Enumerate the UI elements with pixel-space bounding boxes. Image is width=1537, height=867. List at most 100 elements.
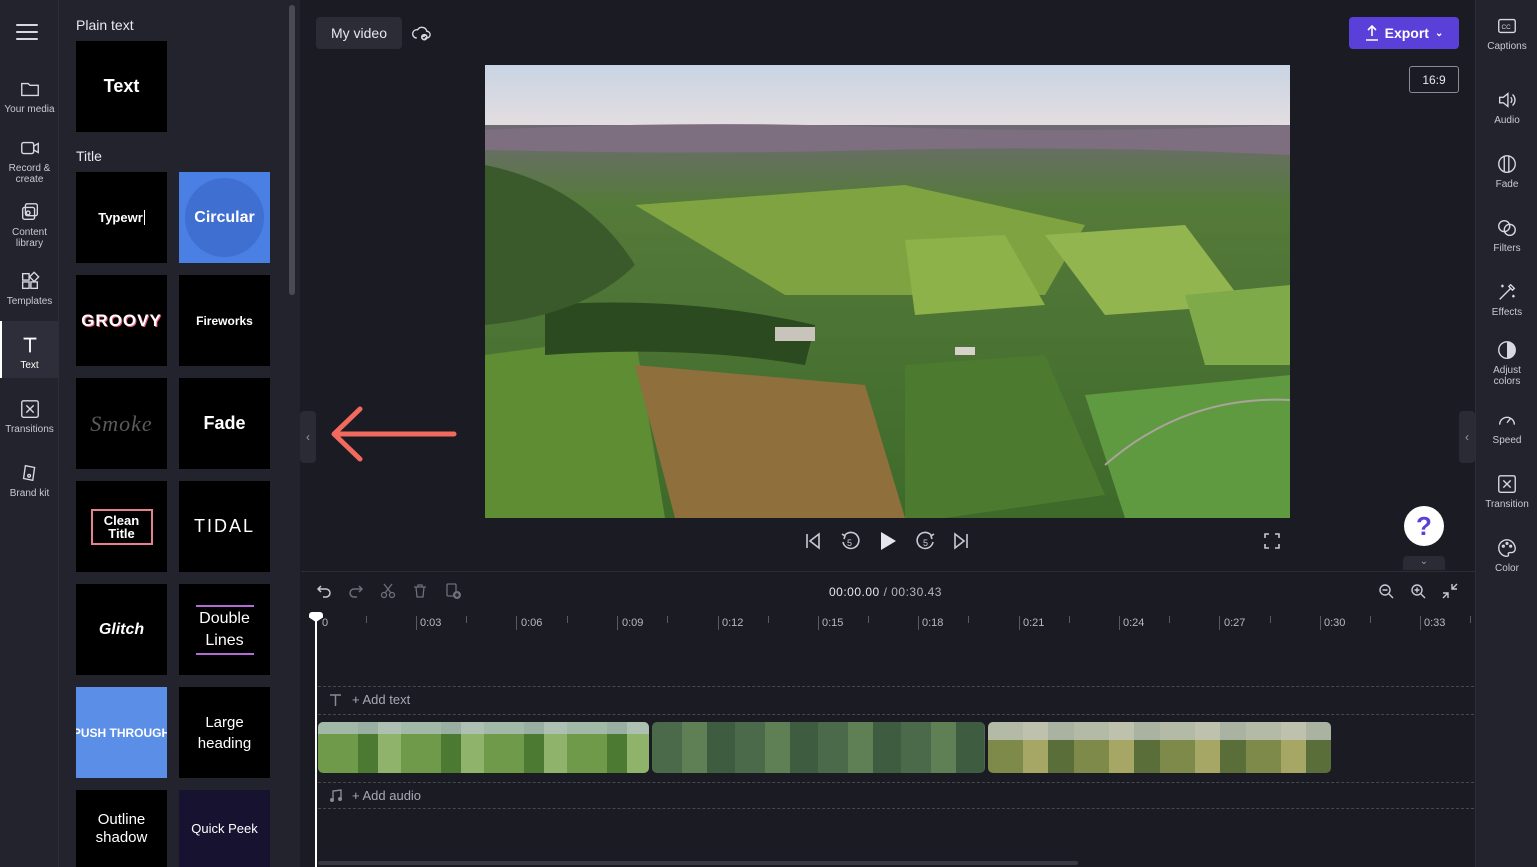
- chevron-left-icon: ‹: [306, 430, 310, 444]
- ruler-tick: [1119, 616, 1120, 630]
- collapse-timeline-button[interactable]: ⌄: [1403, 556, 1445, 570]
- svg-text:5: 5: [923, 538, 928, 548]
- fit-to-screen-icon[interactable]: [1442, 583, 1458, 599]
- help-button[interactable]: ?: [1404, 506, 1444, 546]
- text-tile-outline-shadow[interactable]: Outline shadow: [76, 790, 167, 867]
- tile-label: PUSH THROUGH: [76, 725, 167, 740]
- prop-color[interactable]: Color: [1476, 537, 1537, 574]
- skip-to-end-icon[interactable]: [953, 532, 969, 550]
- ruler-tick: [617, 616, 618, 630]
- text-tile-fireworks[interactable]: Fireworks: [179, 275, 270, 366]
- tile-label: Typewr: [98, 210, 145, 225]
- audio-track-border: [318, 782, 1474, 783]
- split-scissors-icon[interactable]: [380, 583, 396, 599]
- text-tile-groovy[interactable]: GROOVY: [76, 275, 167, 366]
- collapse-right-panel-button[interactable]: ‹: [1459, 411, 1475, 463]
- text-tile-plain[interactable]: Text: [76, 41, 167, 132]
- nav-your-media[interactable]: Your media: [0, 78, 59, 122]
- fullscreen-icon[interactable]: [1264, 533, 1280, 549]
- cloud-saved-icon: [412, 26, 431, 41]
- text-tile-fade[interactable]: Fade: [179, 378, 270, 469]
- nav-transitions[interactable]: Transitions: [0, 398, 59, 438]
- video-clip-2[interactable]: [652, 722, 985, 773]
- nav-content-library[interactable]: Content library: [0, 201, 59, 251]
- nav-label: Text: [20, 360, 39, 371]
- ruler-minor-tick: [1069, 616, 1070, 623]
- templates-icon: [21, 271, 40, 290]
- speaker-icon: [1498, 92, 1516, 108]
- video-clip-1[interactable]: [318, 722, 649, 773]
- ruler-minor-tick: [466, 616, 467, 623]
- svg-text:5: 5: [847, 538, 852, 548]
- ruler-label: 0:21: [1023, 617, 1045, 629]
- text-tile-quick-peek[interactable]: Quick Peek: [179, 790, 270, 867]
- undo-icon[interactable]: [316, 583, 332, 599]
- zoom-in-icon[interactable]: [1410, 583, 1426, 599]
- ruler-minor-tick: [1370, 616, 1371, 623]
- ruler-minor-tick: [768, 616, 769, 623]
- delete-icon[interactable]: [412, 583, 428, 599]
- ruler-label: 0:12: [722, 617, 744, 629]
- brand-kit-icon: [22, 464, 35, 482]
- transitions-icon: [20, 400, 39, 418]
- text-tile-glitch[interactable]: Glitch: [76, 584, 167, 675]
- export-button[interactable]: Export ⌄: [1349, 17, 1459, 49]
- text-tile-double-lines[interactable]: Double Lines: [179, 584, 270, 675]
- add-audio-button[interactable]: + Add audio: [352, 788, 421, 803]
- audio-track-border: [318, 808, 1474, 809]
- tile-label: TIDAL: [193, 516, 255, 536]
- tile-label: GROOVY: [81, 310, 162, 330]
- text-panel: Plain text Text Title Typewr Circular GR…: [59, 0, 300, 867]
- playhead[interactable]: [315, 612, 317, 867]
- nav-brand-kit[interactable]: Brand kit: [0, 462, 59, 502]
- video-preview[interactable]: [485, 65, 1290, 518]
- prop-label: Captions: [1487, 41, 1527, 52]
- text-tile-smoke[interactable]: Smoke: [76, 378, 167, 469]
- prop-audio[interactable]: Audio: [1476, 89, 1537, 126]
- filters-icon: [1498, 219, 1516, 237]
- redo-icon[interactable]: [348, 583, 364, 599]
- aspect-ratio-button[interactable]: 16:9: [1409, 66, 1459, 93]
- collapse-left-panel-button[interactable]: ‹: [300, 411, 316, 463]
- skip-to-start-icon[interactable]: [805, 532, 821, 550]
- prop-captions[interactable]: CC Captions: [1476, 15, 1537, 52]
- forward-5-seconds-icon[interactable]: 5: [915, 530, 937, 552]
- upload-icon: [1365, 25, 1378, 41]
- nav-templates[interactable]: Templates: [0, 270, 59, 310]
- ruler-tick: [818, 616, 819, 630]
- hamburger-menu-icon[interactable]: [16, 24, 38, 42]
- video-clip-3[interactable]: [988, 722, 1331, 773]
- add-text-button[interactable]: + Add text: [352, 692, 410, 707]
- total-time: / 00:30.43: [883, 585, 942, 599]
- ruler-tick: [416, 616, 417, 630]
- prop-adjust-colors[interactable]: Adjust colors: [1476, 339, 1537, 387]
- timeline-scrollbar[interactable]: [318, 861, 1078, 865]
- text-tile-tidal[interactable]: TIDAL: [179, 481, 270, 572]
- panel-scrollbar[interactable]: [289, 5, 295, 295]
- nav-record-create[interactable]: Record & create: [0, 137, 59, 187]
- landscape-preview-image: [485, 65, 1290, 518]
- prop-transition[interactable]: Transition: [1476, 473, 1537, 510]
- nav-label: Brand kit: [9, 488, 50, 499]
- duplicate-icon[interactable]: [444, 582, 462, 600]
- current-time: 00:00.00: [829, 585, 880, 599]
- text-tile-large-heading[interactable]: Large heading: [179, 687, 270, 778]
- prop-effects[interactable]: Effects: [1476, 281, 1537, 318]
- adjust-colors-icon: [1498, 341, 1516, 359]
- nav-text[interactable]: Text: [0, 321, 59, 378]
- text-tile-push-through[interactable]: PUSH THROUGH: [76, 687, 167, 778]
- prop-label: Transition: [1485, 499, 1529, 510]
- text-tile-circular[interactable]: Circular: [179, 172, 270, 263]
- prop-fade[interactable]: Fade: [1476, 153, 1537, 190]
- zoom-out-icon[interactable]: [1378, 583, 1394, 599]
- rewind-5-seconds-icon[interactable]: 5: [839, 530, 861, 552]
- prop-filters[interactable]: Filters: [1476, 217, 1537, 254]
- text-tile-clean-title[interactable]: Clean Title: [76, 481, 167, 572]
- prop-speed[interactable]: Speed: [1476, 409, 1537, 446]
- text-tile-typewriter[interactable]: Typewr: [76, 172, 167, 263]
- tile-label: Large heading: [197, 713, 252, 752]
- project-title-button[interactable]: My video: [316, 17, 402, 49]
- prop-label: Effects: [1491, 307, 1523, 318]
- play-icon[interactable]: [878, 530, 898, 552]
- left-nav-rail: Your media Record & create Content libra…: [0, 0, 59, 867]
